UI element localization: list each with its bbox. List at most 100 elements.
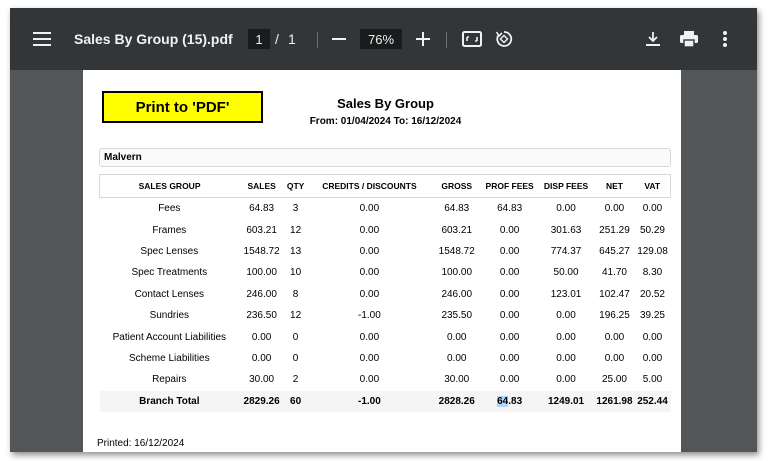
table-row: Frames 603.21 12 0.00 603.21 0.00 301.63 251.29… — [100, 219, 671, 240]
value-cell: 0.00 — [499, 374, 520, 386]
table-header-row: SALES GROUP SALES QTY CREDITS / DISCOUNT… — [99, 174, 672, 198]
value-cell: 0.00 — [359, 267, 380, 279]
value-cell: 235.50 — [441, 310, 473, 322]
value-cell: 0.00 — [499, 267, 520, 279]
table-row: Spec Treatments 100.00 10 0.00 100.00 0.00 50.… — [100, 262, 671, 283]
pdf-toolbar: Sales By Group (15).pdf / 1 — [10, 8, 757, 70]
rotate-icon[interactable] — [492, 8, 516, 70]
value-cell: 39.25 — [639, 310, 665, 322]
table-row: Fees 64.83 3 0.00 64.83 64.83 0.00 0.00 0.00 — [100, 198, 671, 220]
sales-group-cell: Contact Lenses — [134, 288, 205, 300]
value-cell: 20.52 — [639, 288, 665, 300]
value-cell: 50.29 — [639, 224, 665, 236]
sales-group-cell: Frames — [152, 224, 187, 236]
sales-group-cell: Patient Account Liabilities — [112, 331, 227, 343]
total-sales: 2829.26 — [239, 390, 285, 412]
value-cell: 2 — [292, 374, 299, 386]
value-cell: 1548.72 — [243, 245, 280, 257]
print-to-pdf-button[interactable]: Print to 'PDF' — [102, 91, 263, 123]
column-header: DISP FEES — [537, 174, 595, 198]
column-header: CREDITS / DISCOUNTS — [307, 174, 432, 198]
column-header: PROF FEES — [481, 174, 538, 198]
value-cell: 0 — [292, 352, 299, 364]
value-cell: 0.00 — [251, 331, 272, 343]
value-cell: 0.00 — [499, 224, 520, 236]
total-gross: 2828.26 — [431, 390, 482, 412]
value-cell: 236.50 — [246, 310, 277, 322]
value-cell: 8 — [292, 288, 299, 300]
sales-group-cell: Spec Treatments — [131, 267, 208, 279]
value-cell: 0.00 — [359, 245, 380, 257]
value-cell: 0.00 — [447, 331, 467, 343]
value-cell: 603.21 — [246, 224, 277, 236]
column-header: NET — [594, 174, 635, 198]
value-cell: 0.00 — [499, 288, 520, 300]
value-cell: 102.47 — [599, 288, 630, 300]
value-cell: 25.00 — [601, 374, 627, 386]
value-cell: 774.37 — [550, 245, 582, 257]
value-cell: 0.00 — [556, 310, 576, 322]
value-cell: 0.00 — [359, 352, 380, 364]
value-cell: 0.00 — [499, 245, 520, 257]
sales-group-cell: Fees — [158, 203, 181, 215]
column-header: GROSS — [431, 174, 482, 198]
value-cell: 100.00 — [246, 267, 277, 279]
value-cell: 64.83 — [249, 203, 275, 215]
zoom-input[interactable] — [360, 29, 402, 49]
column-header: QTY — [284, 174, 308, 198]
text-selection: 64 — [497, 395, 509, 407]
sales-table: SALES GROUP SALES QTY CREDITS / DISCOUNT… — [99, 174, 672, 412]
toolbar-divider — [446, 32, 447, 48]
report-title: Sales By Group — [337, 96, 434, 111]
value-cell: 1548.72 — [438, 245, 475, 257]
print-icon[interactable] — [677, 8, 701, 70]
value-cell: 0.00 — [556, 374, 576, 386]
value-cell: 246.00 — [441, 288, 473, 300]
value-cell: 246.00 — [246, 288, 277, 300]
value-cell: 50.00 — [553, 267, 579, 279]
branch-name: Malvern — [99, 148, 671, 167]
value-cell: 5.00 — [642, 374, 663, 386]
fit-to-page-icon[interactable] — [460, 8, 484, 70]
value-cell: 301.63 — [550, 224, 582, 236]
value-cell: 0.00 — [359, 331, 380, 343]
value-cell: 0.00 — [642, 331, 663, 343]
table-row: Spec Lenses 1548.72 13 0.00 1548.72 0.00 774.3… — [100, 241, 671, 262]
value-cell: 30.00 — [249, 374, 275, 386]
download-icon[interactable] — [641, 8, 665, 70]
zoom-out-icon[interactable] — [327, 8, 351, 70]
value-cell: 123.01 — [550, 288, 582, 300]
page-number-field[interactable] — [248, 8, 270, 70]
total-qty: 60 — [284, 390, 308, 412]
total-label: Branch Total — [99, 390, 240, 412]
value-cell: 0.00 — [642, 352, 663, 364]
value-cell: 0.00 — [604, 352, 625, 364]
value-cell: 0.00 — [251, 352, 272, 364]
printed-date: Printed: 16/12/2024 — [97, 438, 185, 449]
toolbar-divider — [317, 32, 318, 48]
value-cell: 196.25 — [599, 310, 630, 322]
value-cell: 41.70 — [601, 267, 627, 279]
value-cell: 0.00 — [447, 352, 467, 364]
value-cell: -1.00 — [358, 310, 381, 322]
branch-total-row: Branch Total 2829.26 60 -1.00 2828.26 64… — [99, 390, 671, 412]
report-date-range: From: 01/04/2024 To: 16/12/2024 — [309, 116, 462, 127]
page-count: 1 — [288, 31, 296, 47]
column-header: VAT — [634, 174, 672, 198]
value-cell: 0.00 — [556, 203, 576, 215]
table-row: Repairs 30.00 2 0.00 30.00 0.00 0.00 25.00 5.00 — [100, 369, 671, 390]
page-number-input[interactable] — [248, 29, 270, 49]
value-cell: 0.00 — [359, 203, 380, 215]
table-row: Patient Account Liabilities 0.00 0 0.00 0.00… — [100, 326, 671, 347]
document-title: Sales By Group (15).pdf — [74, 31, 233, 47]
zoom-field[interactable] — [360, 8, 402, 70]
more-options-icon[interactable] — [713, 8, 737, 70]
total-credits: -1.00 — [307, 390, 432, 412]
value-cell: 0.00 — [642, 203, 663, 215]
value-cell: 0.00 — [604, 331, 625, 343]
value-cell: 100.00 — [441, 267, 473, 279]
menu-icon[interactable] — [30, 8, 54, 70]
value-cell: 12 — [290, 224, 302, 236]
zoom-in-icon[interactable] — [411, 8, 435, 70]
value-cell: 251.29 — [599, 224, 630, 236]
